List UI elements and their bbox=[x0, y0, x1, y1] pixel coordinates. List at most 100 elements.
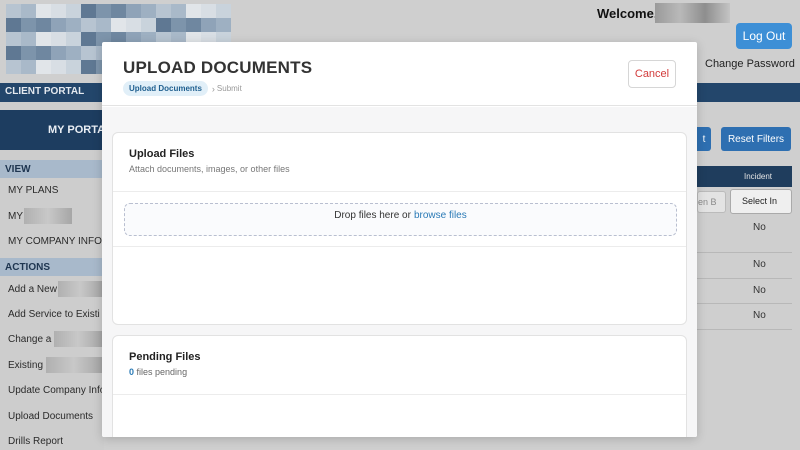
pending-count-label: files pending bbox=[136, 367, 188, 377]
sidebar-item-existing[interactable]: Existing bbox=[8, 360, 43, 371]
logo-pixel bbox=[51, 4, 66, 18]
logo-pixel bbox=[66, 60, 81, 74]
logo-pixel bbox=[201, 18, 216, 32]
redacted-text bbox=[54, 331, 102, 347]
pending-files-card: Pending Files 0 files pending bbox=[112, 335, 687, 437]
sidebar-item-my-plans[interactable]: MY PLANS bbox=[8, 185, 58, 196]
logo-pixel bbox=[171, 18, 186, 32]
logo-pixel bbox=[126, 4, 141, 18]
logo-pixel bbox=[81, 32, 96, 46]
logo-pixel bbox=[21, 18, 36, 32]
sidebar-item-company-info[interactable]: MY COMPANY INFO bbox=[8, 236, 102, 247]
logo-pixel bbox=[36, 60, 51, 74]
apply-filters-button[interactable]: t bbox=[697, 127, 711, 151]
card-title: Pending Files bbox=[129, 351, 201, 363]
sidebar-item-add-service[interactable]: Add Service to Existi bbox=[8, 309, 100, 320]
browse-files-link[interactable]: browse files bbox=[414, 210, 467, 235]
breadcrumb-step-upload[interactable]: Upload Documents bbox=[123, 81, 208, 96]
sidebar-item-my[interactable]: MY bbox=[8, 211, 23, 222]
card-divider bbox=[113, 394, 686, 395]
logo-pixel bbox=[111, 18, 126, 32]
logo-pixel bbox=[66, 18, 81, 32]
incident-cell: No bbox=[753, 222, 766, 233]
pending-count: 0 files pending bbox=[129, 367, 187, 377]
card-divider bbox=[113, 246, 686, 247]
logo-pixel bbox=[96, 4, 111, 18]
view-section-heading: VIEW bbox=[0, 160, 104, 178]
logo-pixel bbox=[66, 46, 81, 60]
upload-files-card: Upload Files Attach documents, images, o… bbox=[112, 132, 687, 325]
logo-pixel bbox=[201, 4, 216, 18]
logo-pixel bbox=[141, 4, 156, 18]
reset-filters-button[interactable]: Reset Filters bbox=[721, 127, 791, 151]
logo-pixel bbox=[66, 4, 81, 18]
logout-button[interactable]: Log Out bbox=[736, 23, 792, 49]
logo-pixel bbox=[96, 18, 111, 32]
row-divider bbox=[697, 252, 792, 253]
my-portal-label: MY PORTA bbox=[48, 124, 106, 136]
logo-pixel bbox=[156, 18, 171, 32]
logo-pixel bbox=[6, 32, 21, 46]
modal-body[interactable]: Upload Files Attach documents, images, o… bbox=[102, 107, 697, 437]
logo-pixel bbox=[186, 18, 201, 32]
logo-pixel bbox=[81, 18, 96, 32]
logo-pixel bbox=[21, 60, 36, 74]
logo-pixel bbox=[156, 4, 171, 18]
breadcrumb: Upload Documents › Submit bbox=[123, 81, 242, 96]
logo-pixel bbox=[186, 4, 201, 18]
card-subtitle: Attach documents, images, or other files bbox=[129, 164, 290, 174]
change-password-link[interactable]: Change Password bbox=[705, 58, 795, 70]
breadcrumb-step-submit: Submit bbox=[216, 84, 242, 93]
modal-title: UPLOAD DOCUMENTS bbox=[123, 58, 313, 77]
logo-pixel bbox=[66, 32, 81, 46]
redacted-text bbox=[58, 281, 102, 297]
redacted-text bbox=[24, 208, 72, 224]
actions-section-heading: ACTIONS bbox=[0, 258, 104, 276]
logo-pixel bbox=[171, 4, 186, 18]
sidebar-item-drills-report[interactable]: Drills Report bbox=[8, 436, 63, 447]
logo-pixel bbox=[51, 46, 66, 60]
logo-pixel bbox=[216, 18, 231, 32]
sidebar-item-upload-documents[interactable]: Upload Documents bbox=[8, 411, 93, 422]
client-portal-label: CLIENT PORTAL bbox=[5, 86, 85, 97]
logo-pixel bbox=[36, 4, 51, 18]
incident-filter-select[interactable]: Select In bbox=[730, 189, 792, 214]
logo-pixel bbox=[81, 46, 96, 60]
logo-pixel bbox=[6, 18, 21, 32]
logo-pixel bbox=[21, 4, 36, 18]
row-divider bbox=[697, 303, 792, 304]
logo-pixel bbox=[126, 18, 141, 32]
cancel-button[interactable]: Cancel bbox=[628, 60, 676, 88]
incident-cell: No bbox=[753, 310, 766, 321]
logo-pixel bbox=[216, 4, 231, 18]
file-dropzone[interactable]: Drop files here or browse files bbox=[124, 203, 677, 236]
chevron-right-icon: › bbox=[211, 83, 215, 94]
filter-chip[interactable]: en B bbox=[697, 191, 726, 213]
upload-documents-modal: UPLOAD DOCUMENTS Upload Documents › Subm… bbox=[102, 42, 697, 437]
incident-column-header: Incident bbox=[744, 172, 773, 181]
logo-pixel bbox=[36, 46, 51, 60]
redacted-username bbox=[655, 3, 730, 23]
modal-header: UPLOAD DOCUMENTS Upload Documents › Subm… bbox=[102, 42, 697, 106]
logo-pixel bbox=[51, 18, 66, 32]
logo-pixel bbox=[36, 18, 51, 32]
logo-pixel bbox=[81, 60, 96, 74]
incident-cell: No bbox=[753, 259, 766, 270]
welcome-text: Welcome, bbox=[597, 6, 658, 21]
sidebar bbox=[0, 102, 104, 450]
logo-pixel bbox=[51, 60, 66, 74]
card-divider bbox=[113, 191, 686, 192]
logo-pixel bbox=[6, 46, 21, 60]
sidebar-item-change[interactable]: Change a bbox=[8, 334, 51, 345]
sidebar-item-update-company[interactable]: Update Company Info bbox=[8, 385, 105, 396]
redacted-text bbox=[46, 357, 102, 373]
incident-cell: No bbox=[753, 285, 766, 296]
logo-pixel bbox=[141, 18, 156, 32]
row-divider bbox=[697, 329, 792, 330]
sidebar-item-add-new[interactable]: Add a New bbox=[8, 284, 57, 295]
card-title: Upload Files bbox=[129, 148, 195, 160]
logo-pixel bbox=[51, 32, 66, 46]
dropzone-text: Drop files here or bbox=[334, 210, 411, 221]
pending-count-value: 0 bbox=[129, 367, 135, 377]
logo-pixel bbox=[111, 4, 126, 18]
